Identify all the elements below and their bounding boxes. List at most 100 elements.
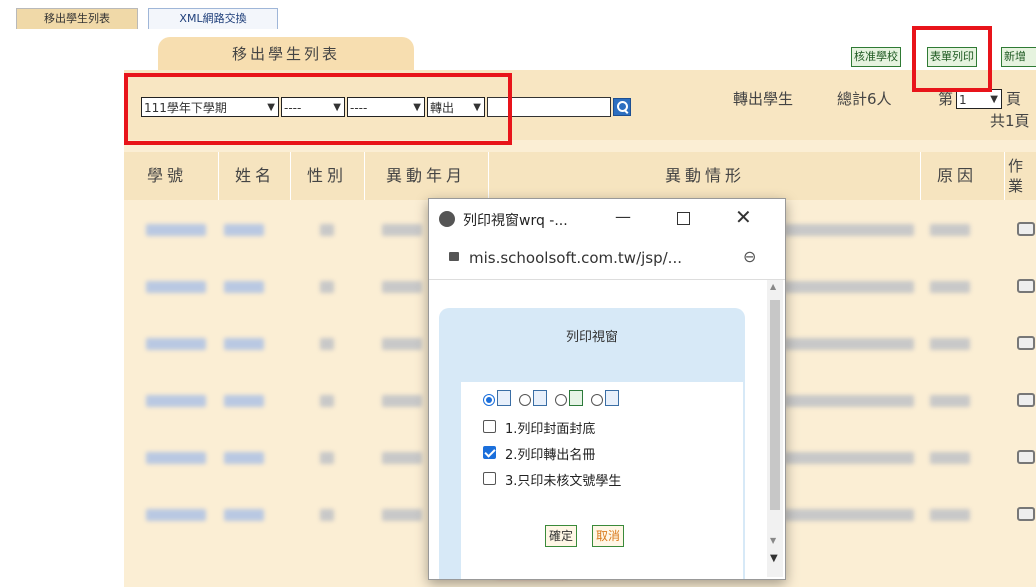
redacted-cell (320, 224, 334, 236)
globe-icon (439, 211, 455, 227)
page-select[interactable]: 1 ▼ (956, 89, 1002, 109)
option-cover-checkbox[interactable] (483, 420, 496, 433)
redacted-cell (146, 509, 206, 521)
redacted-cell (784, 338, 914, 350)
format-radio-text[interactable] (591, 394, 603, 406)
option-cover-label: 1.列印封面封底 (505, 422, 596, 437)
popup-scrollbar[interactable]: ▲ ▼ (767, 280, 783, 549)
text-file-icon (605, 390, 619, 406)
popup-urlbar: mis.schoolsoft.com.tw/jsp/... ⊖ (429, 239, 785, 280)
print-row-icon[interactable] (1017, 507, 1035, 521)
chevron-down-icon: ▼ (990, 94, 998, 105)
col-reason: 原因 (936, 166, 977, 185)
redacted-cell (382, 509, 422, 521)
redacted-cell (320, 509, 334, 521)
divider (920, 152, 921, 200)
col-change-status: 異動情形 (664, 166, 745, 185)
print-row-icon[interactable] (1017, 279, 1035, 293)
option-roster-checkbox[interactable] (483, 446, 496, 459)
zoom-icon[interactable]: ⊖ (743, 247, 756, 266)
redacted-cell (224, 509, 264, 521)
search-icon[interactable] (613, 98, 631, 116)
redacted-cell (382, 452, 422, 464)
option-roster-label: 2.列印轉出名冊 (505, 448, 596, 463)
ie-file-icon (497, 390, 511, 406)
redacted-cell (224, 395, 264, 407)
pages-total: 共1頁 (990, 112, 1030, 130)
redacted-cell (784, 224, 914, 236)
lock-icon (449, 252, 459, 261)
divider (364, 152, 365, 200)
divider (1004, 152, 1005, 200)
redacted-cell (930, 509, 970, 521)
col-student-id: 學號 (146, 166, 187, 185)
redacted-cell (146, 395, 206, 407)
redacted-cell (320, 452, 334, 464)
confirm-button[interactable]: 確定 (545, 525, 578, 547)
redacted-cell (930, 224, 970, 236)
minimize-icon[interactable]: — (615, 207, 631, 226)
redacted-cell (224, 281, 264, 293)
redacted-cell (784, 452, 914, 464)
popup-url: mis.schoolsoft.com.tw/jsp/... (469, 249, 682, 267)
redacted-cell (224, 452, 264, 464)
divider (218, 152, 219, 200)
tab-transfer-out-list[interactable]: 移出學生列表 (16, 8, 138, 29)
scroll-down-arrow-icon[interactable]: ▼ (770, 553, 778, 564)
print-row-icon[interactable] (1017, 222, 1035, 236)
redacted-cell (320, 338, 334, 350)
col-change-date: 異動年月 (385, 166, 466, 185)
maximize-icon[interactable] (677, 212, 690, 225)
summary-label: 轉出學生 (733, 90, 794, 108)
redacted-cell (382, 224, 422, 236)
redacted-cell (784, 509, 914, 521)
redacted-cell (382, 338, 422, 350)
redacted-cell (784, 395, 914, 407)
redacted-cell (146, 338, 206, 350)
redacted-cell (930, 395, 970, 407)
popup-title: 列印視窗wrq -... (463, 213, 568, 229)
format-radio-excel[interactable] (555, 394, 567, 406)
print-row-icon[interactable] (1017, 393, 1035, 407)
redacted-cell (320, 281, 334, 293)
scrollbar-thumb[interactable] (770, 300, 780, 510)
redacted-cell (146, 224, 206, 236)
format-radio-ie[interactable] (483, 394, 495, 406)
panel-title-tab: 移出學生列表 (158, 37, 414, 71)
redacted-cell (146, 281, 206, 293)
add-button[interactable]: 新增 (1001, 47, 1036, 67)
excel-file-icon (569, 390, 583, 406)
word-file-icon (533, 390, 547, 406)
page-value: 1 (959, 93, 967, 107)
redacted-cell (224, 338, 264, 350)
print-options: 1.列印封面封底 2.列印轉出名冊 3.只印未核文號學生 (461, 382, 743, 579)
redacted-cell (784, 281, 914, 293)
tab-xml-exchange[interactable]: XML網路交換 (148, 8, 278, 29)
redacted-cell (382, 281, 422, 293)
print-row-icon[interactable] (1017, 336, 1035, 350)
redacted-cell (930, 338, 970, 350)
divider (290, 152, 291, 200)
scroll-down-icon[interactable]: ▼ (770, 536, 776, 545)
close-icon[interactable]: ✕ (735, 205, 752, 229)
cancel-button[interactable]: 取消 (592, 525, 625, 547)
page-suffix: 頁 (1006, 90, 1022, 108)
scrollbar-track-end: ▼ (767, 549, 783, 577)
option-unapproved-checkbox[interactable] (483, 472, 496, 485)
print-row-icon[interactable] (1017, 450, 1035, 464)
scroll-up-icon[interactable]: ▲ (770, 282, 776, 291)
annotation-box-filters (124, 73, 512, 145)
print-heading: 列印視窗 (565, 330, 618, 345)
approve-school-button[interactable]: 核准學校 (851, 47, 901, 67)
col-action: 作業 (1008, 157, 1024, 195)
divider (488, 152, 489, 200)
redacted-cell (320, 395, 334, 407)
redacted-cell (146, 452, 206, 464)
format-radio-word[interactable] (519, 394, 531, 406)
print-popup-window: 列印視窗wrq -... — ✕ mis.schoolsoft.com.tw/j… (428, 198, 786, 580)
col-name: 姓名 (234, 166, 275, 185)
summary-total: 總計6人 (837, 90, 892, 108)
redacted-cell (930, 452, 970, 464)
option-unapproved-label: 3.只印未核文號學生 (505, 474, 622, 489)
annotation-box-print (912, 26, 992, 92)
